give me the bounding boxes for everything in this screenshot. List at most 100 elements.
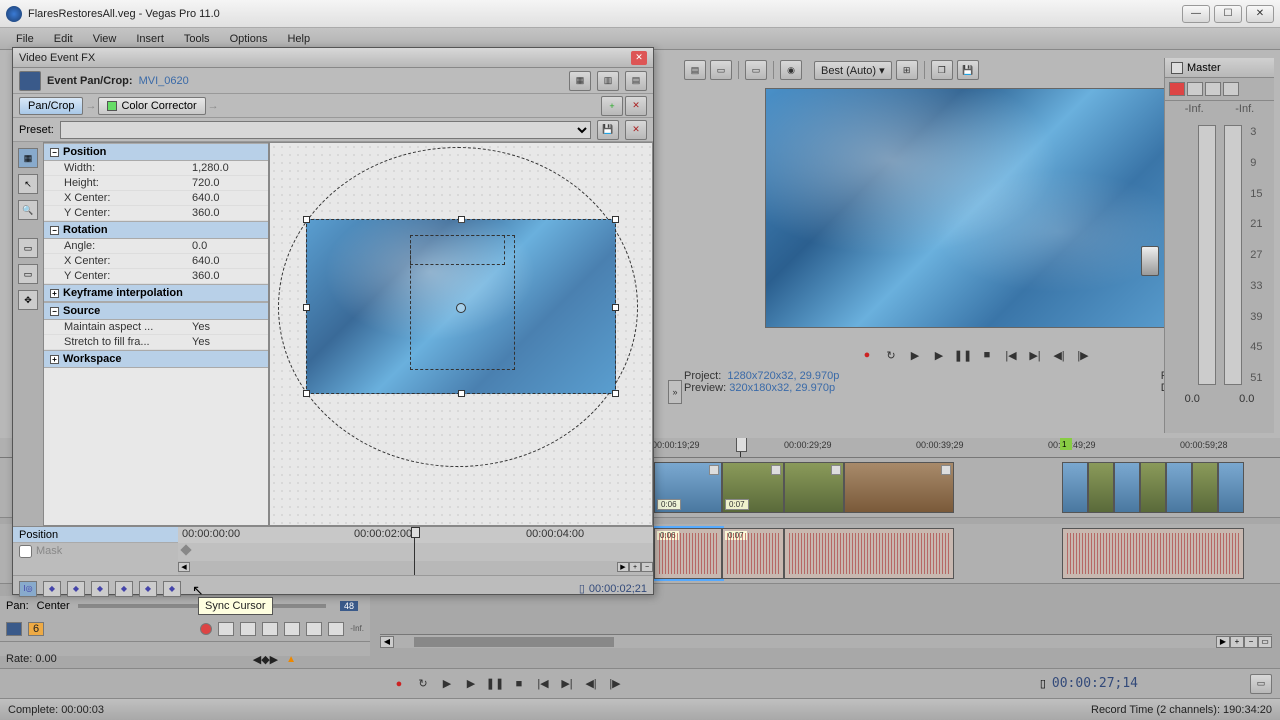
external-monitor-icon[interactable]: ▭ bbox=[710, 60, 732, 80]
kf-mode-icon[interactable]: ▯ bbox=[579, 582, 585, 595]
mixer-mute-button[interactable] bbox=[1169, 82, 1185, 96]
minimize-button[interactable]: — bbox=[1182, 5, 1210, 23]
delete-preset-icon[interactable]: ✕ bbox=[625, 120, 647, 140]
prop-maintain-aspect[interactable]: Yes bbox=[192, 321, 262, 333]
main-play-start-button[interactable]: ▶ bbox=[438, 675, 456, 693]
menu-edit[interactable]: Edit bbox=[44, 33, 83, 45]
prev-frame-button[interactable]: ◀| bbox=[1050, 346, 1068, 364]
prop-width[interactable]: 1,280.0 bbox=[192, 162, 262, 174]
crop-handle[interactable] bbox=[303, 304, 310, 311]
mixer-solo-button[interactable] bbox=[1187, 82, 1203, 96]
playhead[interactable] bbox=[740, 438, 741, 457]
kf-scroll-right[interactable]: ▶ bbox=[617, 562, 629, 572]
menu-file[interactable]: File bbox=[6, 33, 44, 45]
play-start-button[interactable]: ▶ bbox=[906, 346, 924, 364]
go-end-button[interactable]: ▶| bbox=[1026, 346, 1044, 364]
prop-rot-xcenter[interactable]: 640.0 bbox=[192, 255, 262, 267]
menu-insert[interactable]: Insert bbox=[126, 33, 174, 45]
kf-zoom-out[interactable]: − bbox=[641, 562, 653, 572]
move-icon[interactable]: ✥ bbox=[18, 290, 38, 310]
crop-handle[interactable] bbox=[303, 390, 310, 397]
save-snapshot-icon[interactable]: 💾 bbox=[957, 60, 979, 80]
maximize-button[interactable]: ☐ bbox=[1214, 5, 1242, 23]
crop-handle[interactable] bbox=[303, 216, 310, 223]
kf-first-button[interactable]: ◆ bbox=[43, 581, 61, 597]
panel-expand-icon[interactable]: » bbox=[668, 380, 682, 404]
video-clip[interactable] bbox=[1192, 462, 1218, 513]
main-pause-button[interactable]: ❚❚ bbox=[486, 675, 504, 693]
mixer-menu-icon[interactable] bbox=[1171, 62, 1183, 74]
record-button[interactable]: ● bbox=[858, 346, 876, 364]
lock-aspect-icon[interactable]: ▭ bbox=[18, 264, 38, 284]
prop-xcenter[interactable]: 640.0 bbox=[192, 192, 262, 204]
main-go-start-button[interactable]: |◀ bbox=[534, 675, 552, 693]
track-number[interactable]: 6 bbox=[28, 622, 44, 636]
crop-handle[interactable] bbox=[612, 390, 619, 397]
video-clip[interactable] bbox=[784, 462, 844, 513]
next-frame-button[interactable]: |▶ bbox=[1074, 346, 1092, 364]
loop-button[interactable]: ↻ bbox=[882, 346, 900, 364]
crop-handle[interactable] bbox=[612, 304, 619, 311]
kf-last-button[interactable]: ◆ bbox=[139, 581, 157, 597]
crop-handle[interactable] bbox=[458, 390, 465, 397]
crop-handle[interactable] bbox=[458, 216, 465, 223]
main-go-end-button[interactable]: ▶| bbox=[558, 675, 576, 693]
crop-handle[interactable] bbox=[612, 216, 619, 223]
dialog-close-button[interactable]: ✕ bbox=[631, 51, 647, 65]
track-fx-icon[interactable] bbox=[218, 622, 234, 636]
video-clip[interactable] bbox=[1114, 462, 1140, 513]
grid-icon[interactable]: ⊞ bbox=[896, 60, 918, 80]
fx-chip-colorcorrector[interactable]: Color Corrector bbox=[98, 97, 205, 115]
audio-clip[interactable] bbox=[1062, 528, 1244, 579]
main-loop-button[interactable]: ↻ bbox=[414, 675, 432, 693]
video-clip[interactable]: 0:07 bbox=[722, 462, 784, 513]
normal-edit-icon[interactable]: ↖ bbox=[18, 174, 38, 194]
prop-rot-ycenter[interactable]: 360.0 bbox=[192, 270, 262, 282]
video-clip[interactable] bbox=[1218, 462, 1244, 513]
loop-region-icon[interactable]: ▭ bbox=[1250, 674, 1272, 694]
add-fx-icon[interactable]: + bbox=[601, 96, 623, 116]
preview-settings-icon[interactable]: ▤ bbox=[684, 60, 706, 80]
track-phase-icon[interactable] bbox=[262, 622, 278, 636]
kf-add-button[interactable]: ◆ bbox=[91, 581, 109, 597]
kf-zoom-in[interactable]: + bbox=[629, 562, 641, 572]
zoom-edit-icon[interactable]: 🔍 bbox=[18, 200, 38, 220]
view-mode-icon[interactable]: ▦ bbox=[569, 71, 591, 91]
clip-fx-icon[interactable] bbox=[941, 465, 951, 475]
prop-ycenter[interactable]: 360.0 bbox=[192, 207, 262, 219]
fx-enable-toggle[interactable] bbox=[107, 101, 117, 111]
menu-tools[interactable]: Tools bbox=[174, 33, 220, 45]
stop-button[interactable]: ■ bbox=[978, 346, 996, 364]
video-clip[interactable]: 0:06 bbox=[654, 462, 722, 513]
go-start-button[interactable]: |◀ bbox=[1002, 346, 1020, 364]
section-position[interactable]: −Position bbox=[44, 143, 268, 161]
scrub-icon[interactable]: ◀◆▶ bbox=[253, 653, 278, 666]
main-stop-button[interactable]: ■ bbox=[510, 675, 528, 693]
show-props-icon[interactable]: ▦ bbox=[18, 148, 38, 168]
preset-dropdown[interactable] bbox=[60, 121, 591, 139]
kf-track-position[interactable]: Position bbox=[13, 527, 178, 543]
event-icon[interactable] bbox=[19, 71, 41, 91]
mask-checkbox[interactable] bbox=[19, 545, 32, 558]
dialog-titlebar[interactable]: Video Event FX ✕ bbox=[13, 48, 653, 68]
video-clip[interactable] bbox=[1088, 462, 1114, 513]
audio-clip[interactable]: 0:06 bbox=[654, 528, 722, 579]
track-automation-icon[interactable] bbox=[240, 622, 256, 636]
prop-angle[interactable]: 0.0 bbox=[192, 240, 262, 252]
preview-window-icon[interactable]: ▭ bbox=[745, 60, 767, 80]
view-mode-icon[interactable]: ▥ bbox=[597, 71, 619, 91]
section-rotation[interactable]: −Rotation bbox=[44, 221, 268, 239]
fx-chip-pancrop[interactable]: Pan/Crop bbox=[19, 97, 83, 115]
section-source[interactable]: −Source bbox=[44, 302, 268, 320]
video-clip[interactable] bbox=[844, 462, 954, 513]
track-arm-button[interactable] bbox=[200, 623, 212, 635]
section-workspace[interactable]: +Workspace bbox=[44, 350, 268, 368]
close-button[interactable]: ✕ bbox=[1246, 5, 1274, 23]
keyframe[interactable] bbox=[180, 544, 191, 555]
kf-delete-button[interactable]: ◆ bbox=[163, 581, 181, 597]
timeline-marker[interactable]: 1 bbox=[1060, 438, 1072, 450]
track-min-button[interactable] bbox=[6, 622, 22, 636]
kf-prev-button[interactable]: ◆ bbox=[67, 581, 85, 597]
view-mode-icon[interactable]: ▤ bbox=[625, 71, 647, 91]
sync-cursor-button[interactable]: I◎ bbox=[19, 581, 37, 597]
